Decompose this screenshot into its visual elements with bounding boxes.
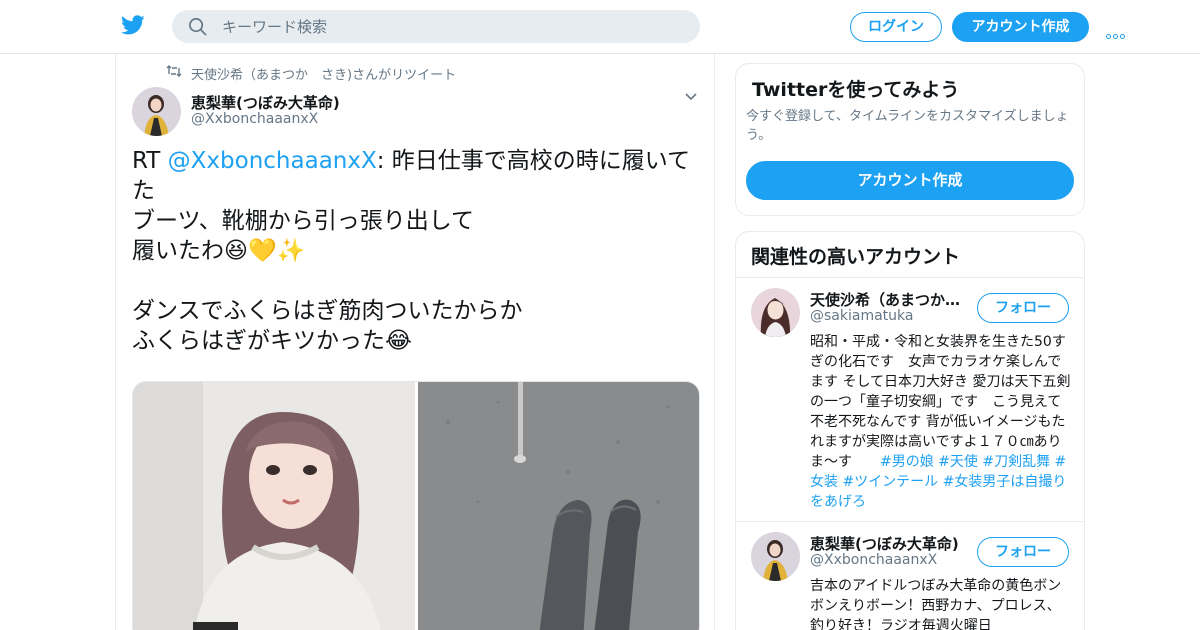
retweet-context[interactable]: 天使沙希（あまつか さき)さんがリツイート xyxy=(191,64,456,83)
signup-card-button[interactable]: アカウント作成 xyxy=(746,161,1074,200)
signup-button[interactable]: アカウント作成 xyxy=(952,12,1089,42)
related-account-bio: 昭和・平成・令和と女装界を生きた50すぎの化石です 女声でカラオケ楽しんでます … xyxy=(810,332,1072,512)
boots-photo[interactable] xyxy=(418,382,700,630)
related-accounts-card: 関連性の高いアカウント 天使沙希（あまつか… @sakiamatuka フォロー… xyxy=(735,231,1085,630)
top-navigation-bar: ログイン アカウント作成 xyxy=(0,0,1200,54)
related-account-avatar[interactable] xyxy=(751,532,800,581)
related-accounts-title: 関連性の高いアカウント xyxy=(751,246,961,268)
related-account-name[interactable]: 天使沙希（あまつか… xyxy=(810,289,975,310)
divider xyxy=(736,521,1084,522)
login-button[interactable]: ログイン xyxy=(850,12,942,42)
tweet-mention-link[interactable]: @XxbonchaaanxX xyxy=(168,148,377,174)
related-account-bio: 吉本のアイドルつぼみ大革命の黄色ボンボンえりボーン！西野カナ、プロレス、釣り好き… xyxy=(810,578,1062,630)
retweet-icon xyxy=(166,65,182,77)
related-account-name[interactable]: 恵梨華(つぼみ大革命) xyxy=(810,533,975,554)
tweet-author-avatar[interactable] xyxy=(132,87,181,136)
related-account-handle[interactable]: @XxbonchaaanxX xyxy=(810,552,937,568)
timeline-column: 天使沙希（あまつか さき)さんがリツイート 恵梨華(つぼみ大革命) @Xxbon… xyxy=(115,54,715,630)
signup-prompt-description: 今すぐ登録して、タイムラインをカスタマイズしましょう。 xyxy=(746,109,1069,143)
tweet-media[interactable] xyxy=(132,381,700,630)
twitter-bird-icon[interactable] xyxy=(120,13,146,37)
chevron-down-icon[interactable] xyxy=(684,92,698,102)
tweet-text-prefix: RT xyxy=(132,148,168,174)
tweet-author-handle[interactable]: @XxbonchaaanxX xyxy=(191,111,318,127)
tweet-author-name[interactable]: 恵梨華(つぼみ大革命) xyxy=(191,92,340,113)
selfie-photo[interactable] xyxy=(133,382,415,630)
signup-prompt-title: Twitterを使ってみよう xyxy=(752,79,960,101)
search-input[interactable] xyxy=(222,10,682,43)
follow-button[interactable]: フォロー xyxy=(977,293,1069,323)
signup-prompt-card: Twitterを使ってみよう 今すぐ登録して、タイムラインをカスタマイズしましょ… xyxy=(735,63,1085,216)
divider xyxy=(736,277,1084,278)
tweet-text-body: : 昨日仕事で高校の時に履いてた ブーツ、靴棚から引っ張り出して 履いたわ😆💛✨… xyxy=(132,148,691,354)
tweet-text: RT @XxbonchaaanxX: 昨日仕事で高校の時に履いてた ブーツ、靴棚… xyxy=(132,146,692,356)
related-account-avatar[interactable] xyxy=(751,288,800,337)
related-account-handle[interactable]: @sakiamatuka xyxy=(810,308,913,324)
follow-button[interactable]: フォロー xyxy=(977,537,1069,567)
search-box[interactable] xyxy=(172,10,700,43)
search-icon xyxy=(189,18,207,36)
related-account-bio-text: 昭和・平成・令和と女装界を生きた50すぎの化石です 女声でカラオケ楽しんでます … xyxy=(810,334,1071,470)
more-menu-icon[interactable] xyxy=(1106,24,1130,39)
